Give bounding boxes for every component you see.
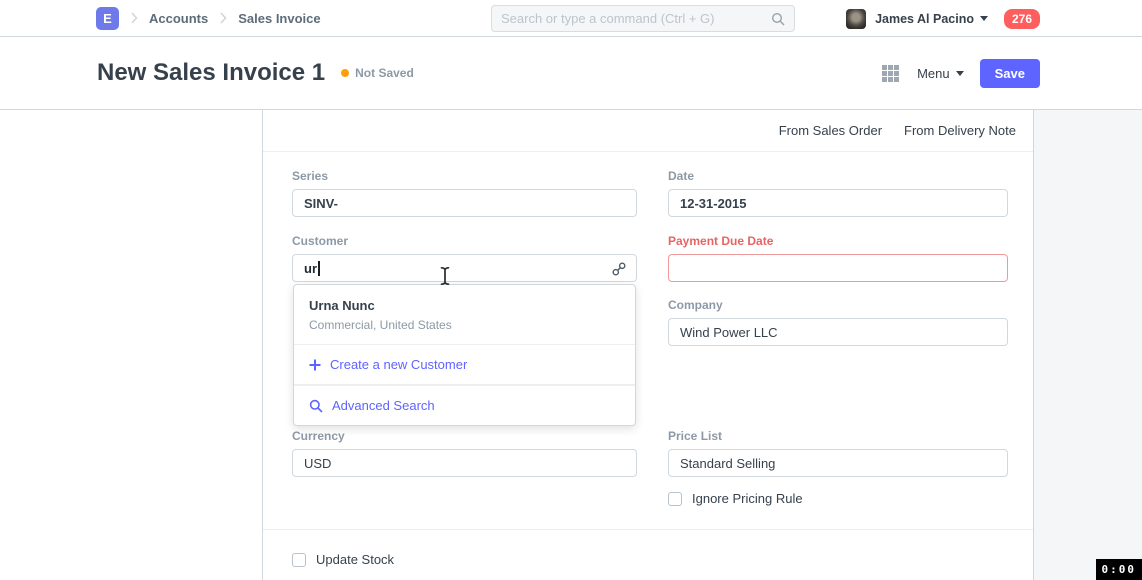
save-button[interactable]: Save [980,59,1040,88]
grid-view-icon[interactable] [882,65,899,82]
payment-due-date-input[interactable] [668,254,1008,282]
form-body: From Sales Order From Delivery Note Seri… [0,110,1142,580]
from-sales-order-button[interactable]: From Sales Order [779,123,882,138]
payment-due-date-label: Payment Due Date [668,234,1008,248]
app-logo[interactable]: E [96,7,119,30]
chevron-down-icon [980,16,988,21]
page-title: New Sales Invoice 1 [97,59,325,87]
section-divider [263,529,1033,530]
chevron-right-icon [130,12,138,24]
form-card: From Sales Order From Delivery Note Seri… [262,110,1034,580]
from-delivery-note-button[interactable]: From Delivery Note [904,123,1016,138]
company-label: Company [668,298,1008,312]
notification-badge[interactable]: 276 [1004,9,1040,29]
chevron-right-icon [219,12,227,24]
user-avatar[interactable] [846,9,866,29]
company-input[interactable] [668,318,1008,346]
date-label: Date [668,169,1008,183]
price-list-input[interactable] [668,449,1008,477]
text-caret [318,261,320,276]
not-saved-dot-icon [341,69,349,77]
checkbox-icon[interactable] [292,553,306,567]
checkbox-icon[interactable] [668,492,682,506]
navbar: E Accounts Sales Invoice James Al Pacino… [0,0,1142,37]
price-list-label: Price List [668,429,1008,443]
customer-typed-text: ur [304,261,317,276]
background-strip [1034,110,1142,580]
currency-input[interactable] [292,449,637,477]
customer-autocomplete-dropdown: Urna Nunc Commercial, United States Crea… [293,284,636,426]
date-input[interactable] [668,189,1008,217]
breadcrumb-accounts[interactable]: Accounts [149,11,208,26]
customer-label: Customer [292,234,637,248]
customer-input[interactable]: ur Urna Nunc Commercial, United States [292,254,637,282]
status-indicator: Not Saved [355,66,414,80]
user-menu[interactable]: James Al Pacino [875,12,974,26]
result-title: Urna Nunc [309,298,620,313]
recording-timer-overlay: 0:00 [1096,559,1142,580]
search-icon[interactable] [771,12,785,26]
create-new-customer-option[interactable]: Create a new Customer [294,345,635,385]
update-stock-checkbox-row[interactable]: Update Stock [292,552,637,567]
link-icon[interactable] [611,261,627,282]
autocomplete-result-urna-nunc[interactable]: Urna Nunc Commercial, United States [294,285,635,345]
search-input[interactable] [501,11,771,26]
page-head: New Sales Invoice 1 Not Saved Menu Save [0,37,1142,110]
form-links-row: From Sales Order From Delivery Note [263,110,1033,152]
ignore-pricing-rule-checkbox-row[interactable]: Ignore Pricing Rule [668,491,1008,506]
update-stock-label: Update Stock [316,552,394,567]
app-window: E Accounts Sales Invoice James Al Pacino… [0,0,1142,580]
series-input[interactable] [292,189,637,217]
search-icon [309,399,323,413]
menu-button[interactable]: Menu [917,66,964,81]
chevron-down-icon [956,71,964,76]
plus-icon [309,359,321,371]
advanced-search-option[interactable]: Advanced Search [294,385,635,425]
ignore-pricing-rule-label: Ignore Pricing Rule [692,491,803,506]
global-search[interactable] [491,5,795,32]
series-label: Series [292,169,637,183]
result-subtitle: Commercial, United States [309,318,620,332]
breadcrumb-sales-invoice[interactable]: Sales Invoice [238,11,320,26]
currency-label: Currency [292,429,637,443]
